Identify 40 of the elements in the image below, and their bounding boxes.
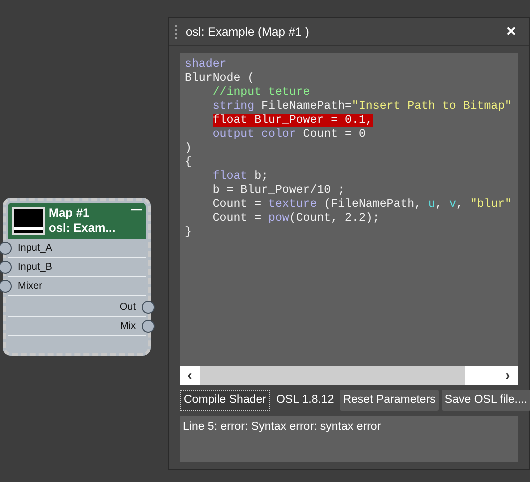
code-line: )	[185, 142, 192, 155]
toolbar-button[interactable]: Reset Parameters	[340, 390, 439, 411]
code-line: }	[185, 226, 192, 239]
node-card[interactable]: Map #1 osl: Exam... — Input_A Input_B Mixer Out Mix	[3, 198, 151, 356]
code-line: b = Blur_Power/10 ;	[212, 184, 346, 197]
version-label: OSL 1.8.12	[275, 392, 336, 408]
code-line: //input teture	[212, 86, 310, 99]
output-label: Out	[120, 300, 136, 314]
code-line: Count = texture (FileNamePath, u, v, "blur"	[212, 198, 512, 211]
grip-icon[interactable]	[175, 24, 178, 38]
code-line: BlurNode (	[185, 72, 255, 85]
scroll-right-button[interactable]: ›	[498, 366, 518, 385]
thumbnail-icon	[12, 207, 45, 235]
code-line: string FileNamePath="Insert Path to Bitmap"	[212, 100, 512, 113]
code-line: {	[185, 156, 192, 169]
input-socket[interactable]	[0, 280, 12, 293]
toolbar-button[interactable]: Compile Shader	[180, 390, 270, 411]
code-line: Count = pow(Count, 2.2);	[212, 212, 380, 225]
code-editor[interactable]	[180, 53, 518, 366]
input-label: Input_B	[18, 260, 52, 274]
node-subtitle: osl: Exam...	[49, 221, 117, 236]
input-label: Mixer	[18, 280, 42, 294]
code-line: shader	[185, 58, 227, 71]
collapse-button[interactable]: —	[131, 203, 142, 217]
output-label: Mix	[120, 320, 136, 334]
input-label: Input_A	[18, 242, 52, 256]
close-button[interactable]: ✕	[506, 22, 517, 42]
output-socket[interactable]	[142, 301, 155, 314]
input-socket[interactable]	[0, 242, 12, 255]
error-message: Line 5: error: Syntax error: syntax error	[180, 416, 518, 462]
code-line: output color Count = 0	[212, 128, 366, 141]
node-title: Map #1	[49, 206, 91, 221]
input-socket[interactable]	[0, 261, 12, 274]
horizontal-scrollbar[interactable]: ‹ ›	[180, 366, 518, 385]
code-line: float b;	[212, 170, 269, 183]
scroll-left-button[interactable]: ‹	[180, 366, 200, 385]
output-socket[interactable]	[142, 320, 155, 333]
toolbar-button[interactable]: Save OSL file....	[442, 390, 530, 411]
scrollbar-thumb[interactable]	[200, 366, 465, 385]
window-title: osl: Example (Map #1 )	[186, 24, 310, 40]
